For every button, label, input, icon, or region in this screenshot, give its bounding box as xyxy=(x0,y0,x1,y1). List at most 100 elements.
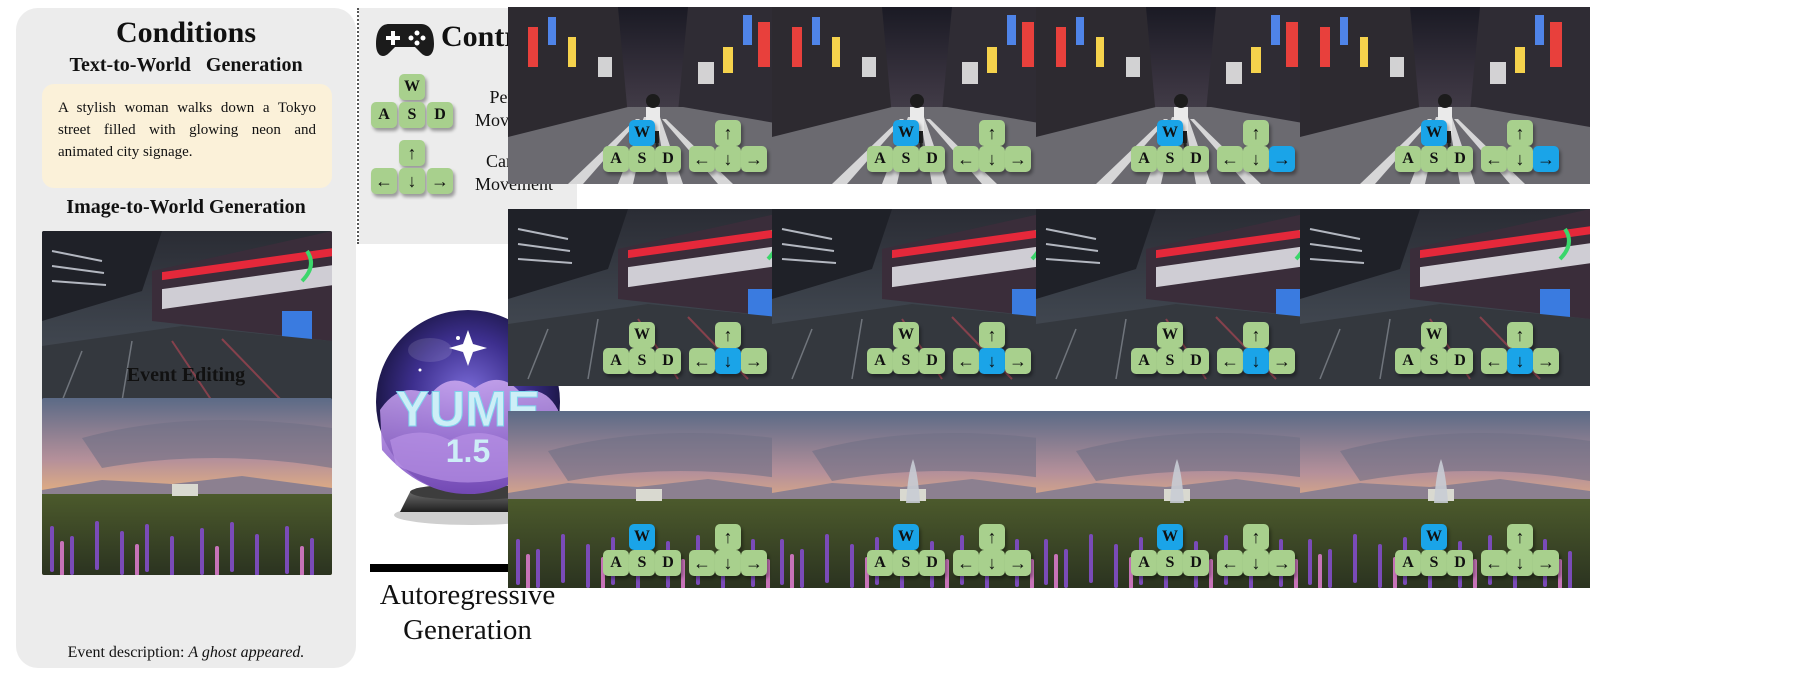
frame-arcade-street-3: W A S D ↑ ← ↓ → xyxy=(1036,209,1326,386)
key-a: A xyxy=(1131,348,1157,374)
key-w: W xyxy=(1157,322,1183,348)
key-up: ↑ xyxy=(1507,120,1533,146)
key-left: ← xyxy=(689,348,715,374)
key-left: ← xyxy=(1481,550,1507,576)
key-s: S xyxy=(893,146,919,172)
key-down: ↓ xyxy=(979,146,1005,172)
legend-key-down: ↓ xyxy=(399,168,425,194)
text-to-world-title: Text-to-World Generation xyxy=(69,54,303,76)
key-w: W xyxy=(893,322,919,348)
key-left: ← xyxy=(1217,146,1243,172)
conditions-title: Conditions xyxy=(115,16,257,49)
key-down: ↓ xyxy=(715,550,741,576)
legend-key-a: A xyxy=(371,102,397,128)
key-s: S xyxy=(629,348,655,374)
key-d: D xyxy=(919,146,945,172)
frame-tokyo-street-2: W A S D ↑ ← ↓ → xyxy=(772,7,1062,184)
key-d: D xyxy=(655,550,681,576)
key-up: ↑ xyxy=(1507,524,1533,550)
key-s: S xyxy=(1421,348,1447,374)
key-w-active: W xyxy=(629,524,655,550)
key-d: D xyxy=(1183,348,1209,374)
frame-lupine-field-1: W A S D ↑ ← ↓ → xyxy=(508,411,798,588)
key-w-active: W xyxy=(1157,120,1183,146)
key-left: ← xyxy=(1217,550,1243,576)
key-right: → xyxy=(1269,348,1295,374)
key-down: ↓ xyxy=(979,550,1005,576)
key-up: ↑ xyxy=(979,322,1005,348)
key-right: → xyxy=(741,550,767,576)
key-down: ↓ xyxy=(715,146,741,172)
key-left: ← xyxy=(1217,348,1243,374)
event-editing-title: Event Editing xyxy=(126,364,246,386)
field-scene-image xyxy=(42,398,332,575)
key-up: ↑ xyxy=(715,120,741,146)
key-s: S xyxy=(1421,146,1447,172)
key-left: ← xyxy=(1481,348,1507,374)
key-d: D xyxy=(655,348,681,374)
legend-key-d: D xyxy=(427,102,453,128)
legend-key-up: ↑ xyxy=(399,140,425,166)
event-description-text: A ghost appeared. xyxy=(188,644,305,661)
key-w-active: W xyxy=(1421,120,1447,146)
key-left: ← xyxy=(953,146,979,172)
key-right-active: → xyxy=(1269,146,1295,172)
autoregressive-label: Autoregressive Generation xyxy=(379,579,556,646)
legend-key-s: S xyxy=(399,102,425,128)
key-a: A xyxy=(603,348,629,374)
key-right: → xyxy=(1533,348,1559,374)
key-right-active: → xyxy=(1533,146,1559,172)
key-right: → xyxy=(741,146,767,172)
key-up: ↑ xyxy=(979,524,1005,550)
key-left: ← xyxy=(953,348,979,374)
key-d: D xyxy=(1183,550,1209,576)
key-up: ↑ xyxy=(979,120,1005,146)
legend-key-w: W xyxy=(399,74,425,100)
key-a: A xyxy=(1395,146,1421,172)
text-prompt-box: A stylish woman walks down a Tokyo stree… xyxy=(42,84,332,188)
key-down-active: ↓ xyxy=(1243,348,1269,374)
frame-arcade-street-4: W A S D ↑ ← ↓ → xyxy=(1300,209,1590,386)
key-a: A xyxy=(603,146,629,172)
key-a: A xyxy=(1395,348,1421,374)
frame-tokyo-street-4: W A S D ↑ ← ↓ → xyxy=(1300,7,1590,184)
key-a: A xyxy=(603,550,629,576)
key-down-active: ↓ xyxy=(715,348,741,374)
key-d: D xyxy=(655,146,681,172)
key-right: → xyxy=(1005,348,1031,374)
frame-lupine-field-4: W A S D ↑ ← ↓ → xyxy=(1300,411,1590,588)
key-left: ← xyxy=(689,550,715,576)
image-to-world-title: Image-to-World Generation xyxy=(66,196,306,218)
key-right: → xyxy=(1269,550,1295,576)
key-a: A xyxy=(1395,550,1421,576)
key-down: ↓ xyxy=(1243,550,1269,576)
event-description: Event description: A ghost appeared. xyxy=(16,644,356,662)
key-w-active: W xyxy=(1157,524,1183,550)
key-right: → xyxy=(1005,146,1031,172)
key-right: → xyxy=(741,348,767,374)
event-description-label: Event description: xyxy=(67,644,185,661)
key-s: S xyxy=(893,550,919,576)
key-down-active: ↓ xyxy=(979,348,1005,374)
key-up: ↑ xyxy=(1243,524,1269,550)
image-condition-field xyxy=(42,398,332,575)
key-up: ↑ xyxy=(1507,322,1533,348)
key-a: A xyxy=(867,550,893,576)
key-s: S xyxy=(1157,550,1183,576)
key-d: D xyxy=(1447,146,1473,172)
key-left: ← xyxy=(1481,146,1507,172)
key-w-active: W xyxy=(629,120,655,146)
key-a: A xyxy=(867,146,893,172)
key-s: S xyxy=(893,348,919,374)
key-s: S xyxy=(629,146,655,172)
key-right: → xyxy=(1005,550,1031,576)
legend-key-right: → xyxy=(427,168,453,194)
conditions-panel: Conditions Text-to-World Generation A st… xyxy=(16,8,356,668)
key-left: ← xyxy=(953,550,979,576)
key-w-active: W xyxy=(893,524,919,550)
key-d: D xyxy=(1447,550,1473,576)
key-left: ← xyxy=(689,146,715,172)
key-w: W xyxy=(1421,322,1447,348)
key-s: S xyxy=(1157,146,1183,172)
frame-arcade-street-1: W A S D ↑ ← ↓ → xyxy=(508,209,798,386)
